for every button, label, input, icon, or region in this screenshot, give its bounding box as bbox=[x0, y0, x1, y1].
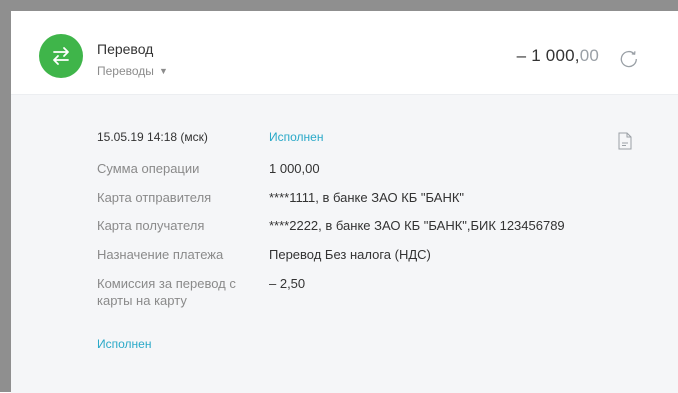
value-payment-purpose: Перевод Без налога (НДС) bbox=[269, 247, 431, 262]
operation-details: 15.05.19 14:18 (мск) Исполнен Сумма опер… bbox=[11, 94, 678, 393]
label-payment-purpose: Назначение платежа bbox=[97, 247, 224, 262]
operation-amount: – 1 000,00 bbox=[517, 46, 599, 66]
document-icon[interactable] bbox=[618, 132, 632, 150]
label-operation-sum: Сумма операции bbox=[97, 161, 200, 176]
amount-main: – 1 000, bbox=[516, 46, 580, 65]
category-dropdown[interactable]: Переводы ▼ bbox=[97, 64, 168, 78]
value-commission: – 2,50 bbox=[269, 276, 306, 291]
value-operation-sum: 1 000,00 bbox=[269, 161, 320, 176]
label-sender-card: Карта отправителя bbox=[97, 190, 212, 205]
chevron-down-icon: ▼ bbox=[158, 66, 168, 76]
transfer-avatar bbox=[39, 34, 83, 78]
operation-title: Перевод bbox=[97, 41, 154, 57]
operation-datetime: 15.05.19 14:18 (мск) bbox=[97, 130, 208, 144]
value-sender-card: ****1111, в банке ЗАО КБ "БАНК" bbox=[269, 190, 465, 205]
label-recipient-card: Карта получателя bbox=[97, 218, 205, 233]
amount-cents: 00 bbox=[579, 46, 599, 65]
label-commission-line2: карты на карту bbox=[97, 293, 187, 308]
operation-header[interactable]: Перевод Переводы ▼ – 1 000,00 bbox=[11, 11, 678, 94]
refresh-icon[interactable] bbox=[619, 49, 639, 69]
category-label: Переводы bbox=[97, 64, 154, 78]
label-commission-line1: Комиссия за перевод с bbox=[97, 276, 236, 291]
value-recipient-card: ****2222, в банке ЗАО КБ "БАНК",БИК 1234… bbox=[269, 218, 565, 233]
transfer-arrows-icon bbox=[53, 47, 69, 65]
status-badge: Исполнен bbox=[269, 130, 324, 144]
footer-status: Исполнен bbox=[97, 337, 152, 351]
